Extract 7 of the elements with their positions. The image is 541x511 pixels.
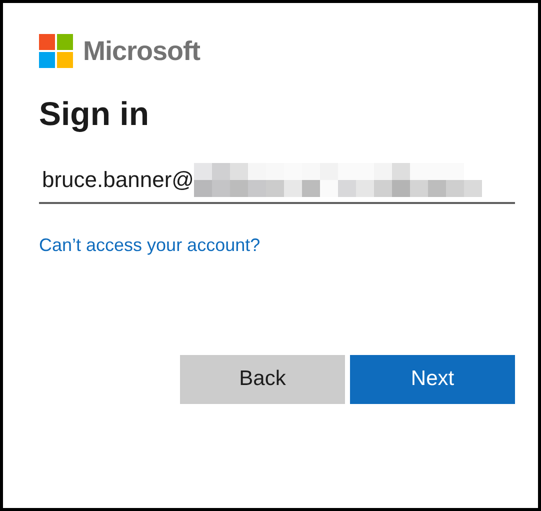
account-help-link[interactable]: Can’t access your account? (39, 232, 260, 258)
back-button[interactable]: Back (180, 354, 345, 404)
logo-icon (39, 34, 73, 68)
brand-name: Microsoft (83, 35, 200, 68)
next-button[interactable]: Next (350, 354, 515, 404)
page-title: Sign in (39, 94, 150, 134)
email-field[interactable]: bruce.banner@ (39, 158, 515, 204)
